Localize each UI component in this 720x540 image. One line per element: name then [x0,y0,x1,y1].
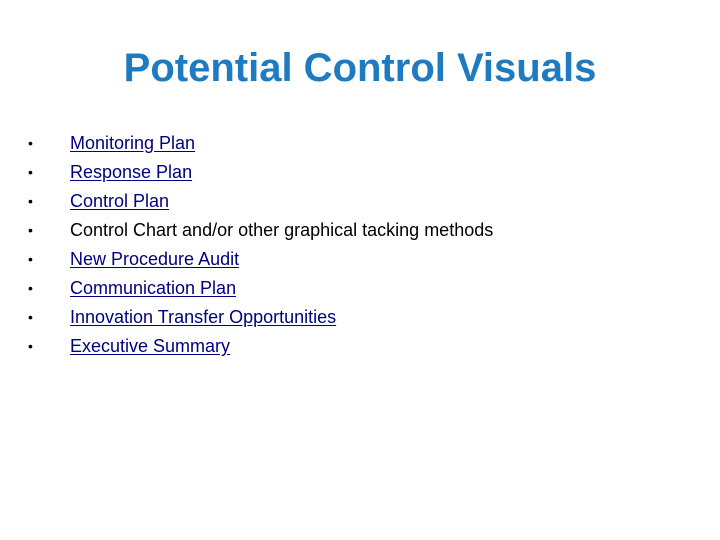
bullet-icon: • [28,135,33,151]
executive-summary-link[interactable]: Executive Summary [70,332,230,361]
innovation-transfer-link[interactable]: Innovation Transfer Opportunities [70,303,336,332]
response-plan-link[interactable]: Response Plan [70,158,192,187]
communication-plan-link[interactable]: Communication Plan [70,274,236,303]
bullet-icon: • [28,164,33,180]
control-chart-text: Control Chart and/or other graphical tac… [70,220,494,240]
new-procedure-audit-link[interactable]: New Procedure Audit [70,245,239,274]
bullet-icon: • [28,193,33,209]
monitoring-plan-link[interactable]: Monitoring Plan [70,129,195,158]
bullet-icon: • [28,222,33,238]
control-plan-link[interactable]: Control Plan [70,187,169,216]
bullet-icon: • [28,309,33,325]
bullet-icon: • [28,251,33,267]
bullet-icon: • [28,280,33,296]
slide-title: Potential Control Visuals [123,46,597,90]
bullet-icon: • [28,338,33,354]
